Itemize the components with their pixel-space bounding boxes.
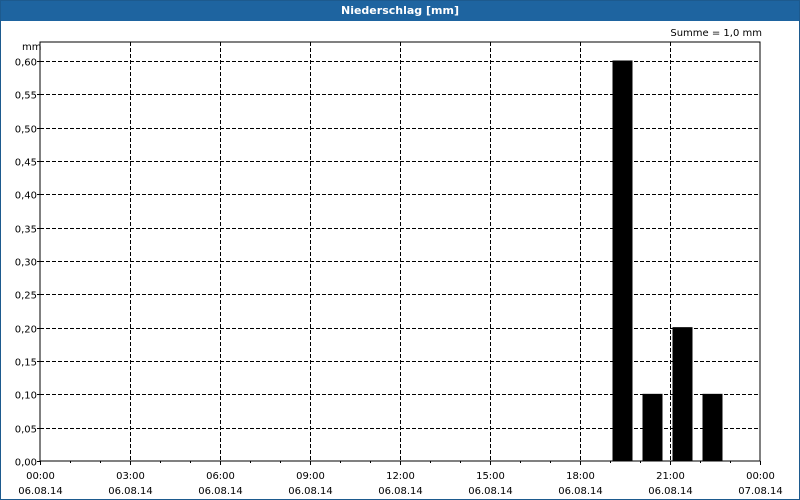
x-tick-time: 18:00: [566, 471, 595, 482]
x-tick-time: 00:00: [746, 471, 775, 482]
y-tick-label: 0,50: [15, 125, 37, 136]
x-tick-date: 06.08.14: [648, 486, 693, 497]
y-tick-label: 0,00: [15, 458, 37, 469]
x-tick-date: 06.08.14: [468, 486, 513, 497]
x-tick-date: 06.08.14: [378, 486, 423, 497]
x-tick-date: 06.08.14: [198, 486, 243, 497]
y-tick-label: 0,05: [15, 425, 37, 436]
precipitation-bar: [612, 60, 633, 462]
x-tick-date: 06.08.14: [18, 486, 63, 497]
y-tick-label: 0,35: [15, 225, 37, 236]
x-tick-date: 06.08.14: [108, 486, 153, 497]
x-tick-time: 15:00: [476, 471, 505, 482]
y-tick-label: 0,45: [15, 158, 37, 169]
y-tick-label: 0,60: [15, 58, 37, 69]
precipitation-bar: [702, 393, 723, 462]
x-tick-date: 07.08.14: [738, 486, 783, 497]
precipitation-bar: [642, 393, 663, 462]
precipitation-bar: [672, 327, 693, 462]
y-tick-label: 0,25: [15, 291, 37, 302]
x-tick-time: 21:00: [656, 471, 685, 482]
y-axis-label: mm: [22, 42, 41, 53]
y-tick-label: 0,40: [15, 191, 37, 202]
x-tick-date: 06.08.14: [558, 486, 603, 497]
x-tick-time: 03:00: [116, 471, 145, 482]
x-tick-date: 06.08.14: [288, 486, 333, 497]
y-tick-label: 0,30: [15, 258, 37, 269]
y-tick-label: 0,20: [15, 325, 37, 336]
x-tick-time: 00:00: [26, 471, 55, 482]
precipitation-chart: 0,00 0,05 0,10 0,15 0,20 0,25 0,30 0,35 0,40 0,45…: [15, 28, 783, 497]
x-tick-time: 06:00: [206, 471, 235, 482]
y-tick-label: 0,55: [15, 91, 37, 102]
x-tick-time: 12:00: [386, 471, 415, 482]
sum-annotation: Summe = 1,0 mm: [670, 28, 762, 39]
y-tick-label: 0,10: [15, 391, 37, 402]
x-tick-time: 09:00: [296, 471, 325, 482]
y-tick-label: 0,15: [15, 358, 37, 369]
